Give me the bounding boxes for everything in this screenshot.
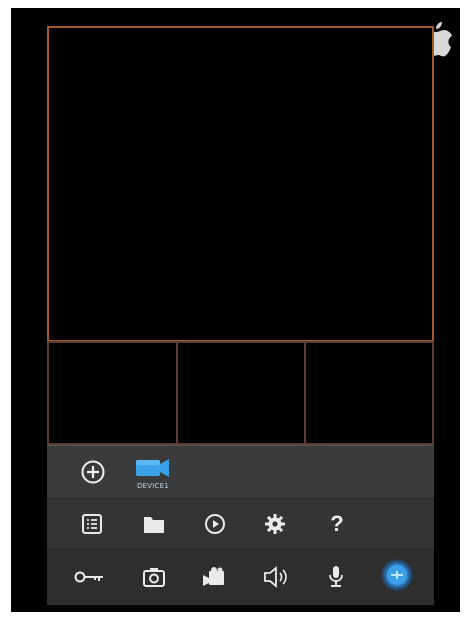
list-button[interactable] <box>72 504 112 544</box>
record-button[interactable] <box>194 557 234 597</box>
microphone-icon <box>329 566 343 587</box>
snapshot-icon <box>143 568 165 587</box>
key-button[interactable] <box>70 557 110 597</box>
speaker-button[interactable] <box>255 557 295 597</box>
ptz-button[interactable] <box>377 555 417 595</box>
speaker-icon <box>264 566 287 588</box>
function-row: ? <box>47 498 434 549</box>
plus-circle-icon <box>81 460 105 484</box>
key-icon <box>74 571 103 583</box>
playback-button[interactable] <box>195 504 235 544</box>
settings-button[interactable] <box>255 504 295 544</box>
video-pane-2[interactable] <box>47 341 178 445</box>
microphone-button[interactable] <box>316 557 356 597</box>
device-row: DEVICE1 <box>47 446 434 498</box>
playback-icon <box>205 514 225 534</box>
main-video-pane[interactable] <box>47 26 434 342</box>
video-pane-3[interactable] <box>176 341 307 445</box>
snapshot-button[interactable] <box>134 557 174 597</box>
control-toolbar: DEVICE1 ? <box>47 445 434 605</box>
folder-button[interactable] <box>134 504 174 544</box>
gear-icon <box>265 514 285 534</box>
help-icon: ? <box>330 511 344 536</box>
help-button[interactable]: ? <box>317 504 357 544</box>
video-pane-4[interactable] <box>304 341 434 445</box>
camera-device-icon <box>136 459 169 477</box>
record-icon <box>203 567 224 586</box>
ptz-icon <box>381 559 413 591</box>
list-icon <box>82 514 102 534</box>
media-row <box>47 548 434 605</box>
add-device-button[interactable] <box>73 452 113 492</box>
device-label: DEVICE1 <box>137 482 169 490</box>
folder-icon <box>144 517 164 533</box>
